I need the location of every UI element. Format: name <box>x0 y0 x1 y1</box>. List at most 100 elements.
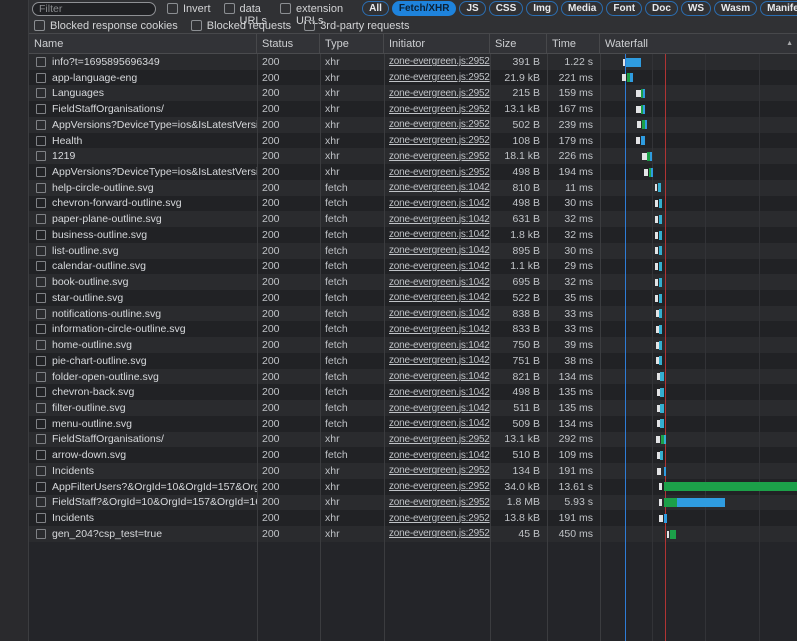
row-checkbox[interactable] <box>36 183 46 193</box>
table-row[interactable]: app-language-eng200xhrzone-evergreen.js:… <box>29 70 797 86</box>
initiator-link[interactable]: zone-evergreen.js:1042 <box>389 261 490 272</box>
table-row[interactable]: info?t=1695895696349200xhrzone-evergreen… <box>29 54 797 70</box>
row-checkbox[interactable] <box>36 356 46 366</box>
filter-pill-js[interactable]: JS <box>459 1 485 16</box>
table-row[interactable]: AppVersions?DeviceType=ios&IsLatestVersi… <box>29 117 797 133</box>
table-row[interactable]: AppVersions?DeviceType=ios&IsLatestVersi… <box>29 164 797 180</box>
initiator-link[interactable]: zone-evergreen.js:1042 <box>389 292 490 303</box>
initiator-link[interactable]: zone-evergreen.js:2952 <box>389 119 490 130</box>
row-checkbox[interactable] <box>36 246 46 256</box>
table-row[interactable]: Incidents200xhrzone-evergreen.js:2952134… <box>29 463 797 479</box>
filter-pill-ws[interactable]: WS <box>681 1 711 16</box>
column-header-waterfall[interactable]: Waterfall ▲ <box>600 34 797 53</box>
checkbox-blocked-requests[interactable]: Blocked requests <box>191 20 291 32</box>
initiator-link[interactable]: zone-evergreen.js:2952 <box>389 434 490 445</box>
initiator-link[interactable]: zone-evergreen.js:2952 <box>389 513 490 524</box>
column-header-initiator[interactable]: Initiator <box>384 34 490 53</box>
initiator-link[interactable]: zone-evergreen.js:1042 <box>389 387 490 398</box>
row-checkbox[interactable] <box>36 372 46 382</box>
row-checkbox[interactable] <box>36 120 46 130</box>
filter-pill-img[interactable]: Img <box>526 1 558 16</box>
table-row[interactable]: information-circle-outline.svg200fetchzo… <box>29 321 797 337</box>
row-checkbox[interactable] <box>36 434 46 444</box>
initiator-link[interactable]: zone-evergreen.js:2952 <box>389 135 490 146</box>
checkbox-3rd-party-requests[interactable]: 3rd-party requests <box>304 20 409 32</box>
column-header-name[interactable]: Name <box>29 34 257 53</box>
filter-pill-manifest[interactable]: Manifest <box>760 1 797 16</box>
initiator-link[interactable]: zone-evergreen.js:2952 <box>389 88 490 99</box>
filter-pill-font[interactable]: Font <box>606 1 642 16</box>
initiator-link[interactable]: zone-evergreen.js:1042 <box>389 214 490 225</box>
column-header-type[interactable]: Type <box>320 34 384 53</box>
row-checkbox[interactable] <box>36 419 46 429</box>
initiator-link[interactable]: zone-evergreen.js:2952 <box>389 481 490 492</box>
row-checkbox[interactable] <box>36 529 46 539</box>
filter-pill-media[interactable]: Media <box>561 1 603 16</box>
table-row[interactable]: Incidents200xhrzone-evergreen.js:295213.… <box>29 510 797 526</box>
table-row[interactable]: notifications-outline.svg200fetchzone-ev… <box>29 306 797 322</box>
initiator-link[interactable]: zone-evergreen.js:2952 <box>389 465 490 476</box>
row-checkbox[interactable] <box>36 136 46 146</box>
table-row[interactable]: AppFilterUsers?&OrgId=10&OrgId=157&OrgId… <box>29 479 797 495</box>
table-row[interactable]: FieldStaff?&OrgId=10&OrgId=157&OrgId=164… <box>29 495 797 511</box>
initiator-link[interactable]: zone-evergreen.js:1042 <box>389 277 490 288</box>
initiator-link[interactable]: zone-evergreen.js:2952 <box>389 497 490 508</box>
row-checkbox[interactable] <box>36 450 46 460</box>
row-checkbox[interactable] <box>36 403 46 413</box>
table-row[interactable]: arrow-down.svg200fetchzone-evergreen.js:… <box>29 447 797 463</box>
row-checkbox[interactable] <box>36 324 46 334</box>
table-row[interactable]: gen_204?csp_test=true200xhrzone-evergree… <box>29 526 797 542</box>
initiator-link[interactable]: zone-evergreen.js:1042 <box>389 403 490 414</box>
initiator-link[interactable]: zone-evergreen.js:2952 <box>389 151 490 162</box>
initiator-link[interactable]: zone-evergreen.js:1042 <box>389 324 490 335</box>
row-checkbox[interactable] <box>36 277 46 287</box>
table-row[interactable]: filter-outline.svg200fetchzone-evergreen… <box>29 400 797 416</box>
table-row[interactable]: Health200xhrzone-evergreen.js:2952108 B1… <box>29 133 797 149</box>
filter-pill-fetch-xhr[interactable]: Fetch/XHR <box>392 1 457 16</box>
row-checkbox[interactable] <box>36 466 46 476</box>
checkbox-blocked-response-cookies[interactable]: Blocked response cookies <box>34 20 178 32</box>
row-checkbox[interactable] <box>36 104 46 114</box>
row-checkbox[interactable] <box>36 230 46 240</box>
row-checkbox[interactable] <box>36 387 46 397</box>
table-row[interactable]: star-outline.svg200fetchzone-evergreen.j… <box>29 290 797 306</box>
column-header-size[interactable]: Size <box>490 34 547 53</box>
initiator-link[interactable]: zone-evergreen.js:1042 <box>389 308 490 319</box>
initiator-link[interactable]: zone-evergreen.js:1042 <box>389 198 490 209</box>
table-row[interactable]: Languages200xhrzone-evergreen.js:2952215… <box>29 85 797 101</box>
table-row[interactable]: FieldStaffOrganisations/200xhrzone-everg… <box>29 432 797 448</box>
row-checkbox[interactable] <box>36 214 46 224</box>
initiator-link[interactable]: zone-evergreen.js:2952 <box>389 72 490 83</box>
table-row[interactable]: pie-chart-outline.svg200fetchzone-evergr… <box>29 353 797 369</box>
table-row[interactable]: chevron-back.svg200fetchzone-evergreen.j… <box>29 384 797 400</box>
initiator-link[interactable]: zone-evergreen.js:1042 <box>389 229 490 240</box>
initiator-link[interactable]: zone-evergreen.js:1042 <box>389 245 490 256</box>
row-checkbox[interactable] <box>36 73 46 83</box>
column-header-time[interactable]: Time <box>547 34 600 53</box>
initiator-link[interactable]: zone-evergreen.js:1042 <box>389 182 490 193</box>
table-row[interactable]: paper-plane-outline.svg200fetchzone-ever… <box>29 211 797 227</box>
row-checkbox[interactable] <box>36 57 46 67</box>
initiator-link[interactable]: zone-evergreen.js:1042 <box>389 450 490 461</box>
table-row[interactable]: home-outline.svg200fetchzone-evergreen.j… <box>29 337 797 353</box>
table-row[interactable]: business-outline.svg200fetchzone-evergre… <box>29 227 797 243</box>
initiator-link[interactable]: zone-evergreen.js:2952 <box>389 167 490 178</box>
row-checkbox[interactable] <box>36 198 46 208</box>
row-checkbox[interactable] <box>36 293 46 303</box>
initiator-link[interactable]: zone-evergreen.js:1042 <box>389 340 490 351</box>
row-checkbox[interactable] <box>36 261 46 271</box>
initiator-link[interactable]: zone-evergreen.js:2952 <box>389 104 490 115</box>
filter-input[interactable] <box>32 2 156 16</box>
initiator-link[interactable]: zone-evergreen.js:1042 <box>389 418 490 429</box>
initiator-link[interactable]: zone-evergreen.js:2952 <box>389 56 490 67</box>
filter-pill-wasm[interactable]: Wasm <box>714 1 757 16</box>
table-row[interactable]: calendar-outline.svg200fetchzone-evergre… <box>29 259 797 275</box>
row-checkbox[interactable] <box>36 513 46 523</box>
row-checkbox[interactable] <box>36 167 46 177</box>
row-checkbox[interactable] <box>36 88 46 98</box>
table-row[interactable]: FieldStaffOrganisations/200xhrzone-everg… <box>29 101 797 117</box>
table-row[interactable]: list-outline.svg200fetchzone-evergreen.j… <box>29 243 797 259</box>
initiator-link[interactable]: zone-evergreen.js:1042 <box>389 371 490 382</box>
row-checkbox[interactable] <box>36 151 46 161</box>
row-checkbox[interactable] <box>36 482 46 492</box>
